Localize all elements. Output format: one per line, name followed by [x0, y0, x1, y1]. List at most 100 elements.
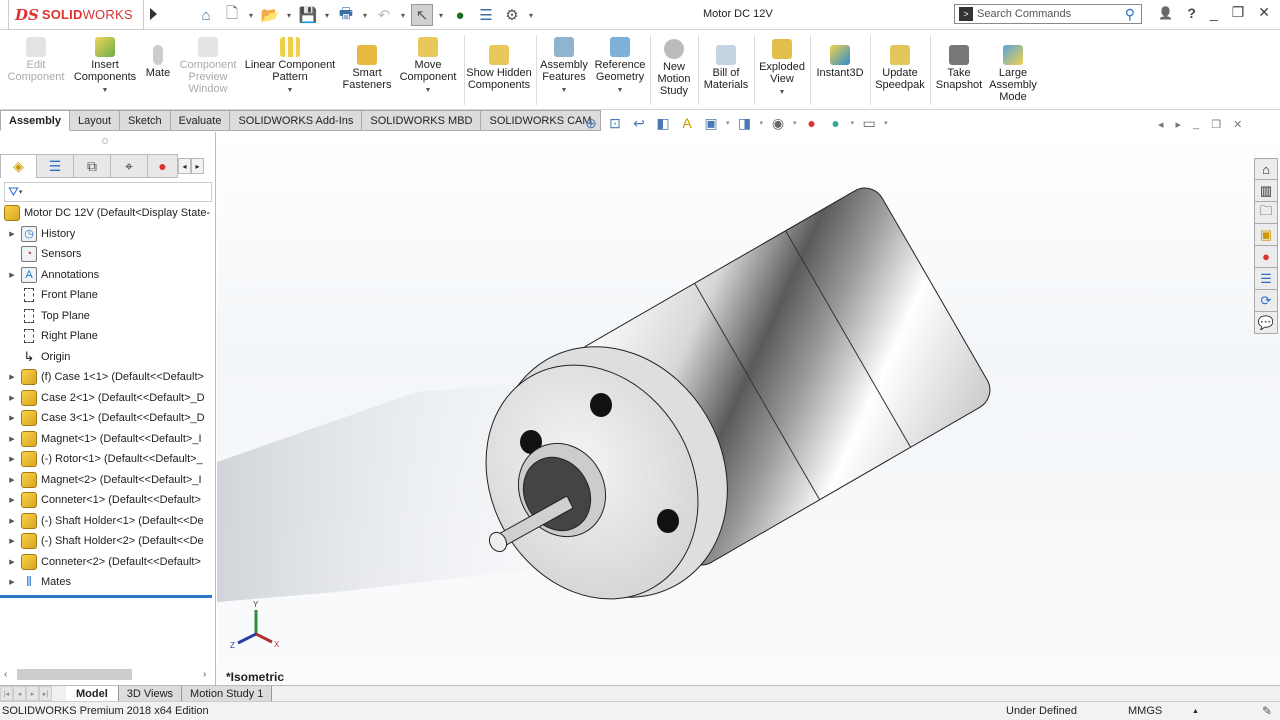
smart-fasteners-button[interactable]: Smart Fasteners	[342, 45, 392, 91]
show-hidden-components-button[interactable]: Show Hidden Components	[466, 45, 532, 91]
tree-item-mates[interactable]: ▶ ⫴ Mates	[0, 572, 216, 593]
home-icon[interactable]: ⌂	[195, 4, 217, 26]
scrollbar-thumb[interactable]	[17, 669, 132, 680]
tabs-scroll-right-icon[interactable]: ▸	[191, 158, 204, 174]
zoom-to-fit-icon[interactable]: ⊕	[582, 114, 600, 132]
file-explorer-icon[interactable]: 🗀	[1254, 202, 1278, 224]
expand-arrow-icon[interactable]: ▶	[7, 373, 17, 381]
select-icon[interactable]: ↖	[411, 4, 433, 26]
viewport-minimize-button[interactable]: _	[1193, 118, 1199, 131]
tree-item-component[interactable]: ▶ Conneter<2> (Default<<Default>	[0, 552, 216, 573]
tree-item-right-plane[interactable]: Right Plane	[0, 326, 216, 347]
prev-tab-icon[interactable]: ◂	[13, 686, 26, 701]
expand-arrow-icon[interactable]: ▶	[7, 476, 17, 484]
next-view-nav-icon[interactable]: ▸	[1176, 118, 1182, 131]
expand-arrow-icon[interactable]: ▶	[7, 394, 17, 402]
instant3d-button[interactable]: Instant3D	[814, 45, 866, 79]
open-dropdown-icon[interactable]: ▾	[285, 11, 293, 20]
tab-motion-study-1[interactable]: Motion Study 1	[182, 686, 273, 702]
mate-button[interactable]: Mate	[142, 45, 174, 79]
next-tab-icon[interactable]: ▸	[26, 686, 39, 701]
bill-of-materials-button[interactable]: Bill of Materials	[702, 45, 750, 91]
search-commands-input[interactable]: > Search Commands ⚲	[954, 4, 1142, 24]
scroll-right-icon[interactable]: ›	[203, 669, 206, 680]
filter-dropdown-icon[interactable]: ▾	[19, 188, 23, 196]
display-style-icon[interactable]: ◨	[736, 114, 754, 132]
close-button[interactable]: ✕	[1258, 4, 1270, 21]
expand-arrow-icon[interactable]: ▶	[7, 496, 17, 504]
dropdown-arrow-icon[interactable]: ▼	[617, 85, 624, 97]
options-icon[interactable]: ⚙	[501, 4, 523, 26]
linear-component-pattern-button[interactable]: Linear Component Pattern ▼	[244, 37, 336, 97]
exploded-view-button[interactable]: Exploded View ▼	[758, 39, 806, 99]
assembly-features-button[interactable]: Assembly Features ▼	[540, 37, 588, 97]
tab-sketch[interactable]: Sketch	[120, 110, 171, 131]
restore-button[interactable]: ❐	[1232, 4, 1245, 21]
tree-item-component[interactable]: ▶ Conneter<1> (Default<<Default>	[0, 490, 216, 511]
tab-assembly[interactable]: Assembly	[0, 110, 70, 131]
tab-evaluate[interactable]: Evaluate	[170, 110, 231, 131]
new-document-icon[interactable]: 🗋	[221, 4, 243, 26]
expand-arrow-icon[interactable]: ▶	[7, 230, 17, 238]
edit-appearance-icon[interactable]: ●	[803, 114, 821, 132]
component-preview-window-button[interactable]: Component Preview Window	[176, 37, 240, 95]
print-icon[interactable]: 🖶	[335, 4, 357, 26]
custom-properties-icon[interactable]: ☰	[1254, 268, 1278, 290]
expand-arrow-icon[interactable]: ▶	[7, 271, 17, 279]
units-menu-arrow-icon[interactable]: ▲	[1192, 708, 1199, 715]
tree-horizontal-scrollbar[interactable]: ‹ ›	[0, 666, 214, 682]
expand-arrow-icon[interactable]: ▶	[7, 578, 17, 586]
solidworks-logo[interactable]: DS SOLIDWORKS	[8, 0, 144, 30]
update-speedpak-button[interactable]: Update Speedpak	[874, 45, 926, 91]
dropdown-arrow-icon[interactable]: ▼	[102, 85, 109, 97]
motor-3d-model[interactable]	[217, 132, 1280, 685]
apply-scene-icon[interactable]: ●	[827, 114, 845, 132]
tree-item-front-plane[interactable]: Front Plane	[0, 285, 216, 306]
tree-filter-button[interactable]: ⛛ ▾	[4, 182, 212, 202]
dropdown-arrow-icon[interactable]: ▼	[561, 85, 568, 97]
save-dropdown-icon[interactable]: ▾	[323, 11, 331, 20]
edit-component-button[interactable]: Edit Component	[6, 37, 66, 83]
tab-3d-views[interactable]: 3D Views	[118, 686, 183, 702]
tab-solidworks-mbd[interactable]: SOLIDWORKS MBD	[362, 110, 482, 131]
dimxpert-tab[interactable]: ⌖	[111, 154, 148, 178]
viewport-restore-button[interactable]: ❐	[1211, 118, 1221, 131]
undo-icon[interactable]: ↶	[373, 4, 395, 26]
tree-item-annotations[interactable]: ▶ A Annotations	[0, 265, 216, 286]
panel-splitter-handle[interactable]	[102, 138, 108, 144]
tree-item-origin[interactable]: ↳ Origin	[0, 347, 216, 368]
solidworks-forum-icon[interactable]: ⟳	[1254, 290, 1278, 312]
expand-arrow-icon[interactable]: ▶	[7, 537, 17, 545]
open-icon[interactable]: 📂	[259, 4, 281, 26]
tree-item-sensors[interactable]: ◔ Sensors	[0, 244, 216, 265]
move-component-button[interactable]: Move Component ▼	[396, 37, 460, 97]
dropdown-arrow-icon[interactable]: ▼	[287, 85, 294, 97]
new-dropdown-icon[interactable]: ▾	[247, 11, 255, 20]
first-tab-icon[interactable]: |◂	[0, 686, 13, 701]
file-properties-icon[interactable]: ☰	[475, 4, 497, 26]
dropdown-arrow-icon[interactable]: ▾	[793, 119, 797, 127]
propertymanager-tab[interactable]: ☰	[37, 154, 74, 178]
view-settings-icon[interactable]: ▭	[860, 114, 878, 132]
appearances-icon[interactable]: ●	[1254, 246, 1278, 268]
tree-root-assembly[interactable]: Motor DC 12V (Default<Display State-	[0, 203, 216, 224]
tabs-scroll-left-icon[interactable]: ◂	[178, 158, 191, 174]
previous-view-nav-icon[interactable]: ◂	[1158, 118, 1164, 131]
rollback-bar[interactable]	[0, 595, 212, 598]
options-dropdown-icon[interactable]: ▾	[527, 11, 535, 20]
take-snapshot-button[interactable]: Take Snapshot	[934, 45, 984, 91]
last-tab-icon[interactable]: ▸|	[39, 686, 52, 701]
unit-system-button[interactable]: MMGS	[1128, 705, 1162, 717]
view-orientation-icon[interactable]: ▣	[702, 114, 720, 132]
rebuild-icon[interactable]: ●	[449, 4, 471, 26]
dropdown-arrow-icon[interactable]: ▾	[851, 119, 855, 127]
tree-item-component[interactable]: ▶ Case 3<1> (Default<<Default>_D	[0, 408, 216, 429]
large-assembly-mode-button[interactable]: Large Assembly Mode	[988, 45, 1038, 103]
save-icon[interactable]: 💾	[297, 4, 319, 26]
section-view-icon[interactable]: ◧	[654, 114, 672, 132]
tree-item-component[interactable]: ▶ (-) Shaft Holder<2> (Default<<De	[0, 531, 216, 552]
featuremanager-tab[interactable]: ◈	[0, 154, 37, 178]
select-dropdown-icon[interactable]: ▾	[437, 11, 445, 20]
previous-view-icon[interactable]: ↩	[630, 114, 648, 132]
view-palette-icon[interactable]: ▣	[1254, 224, 1278, 246]
